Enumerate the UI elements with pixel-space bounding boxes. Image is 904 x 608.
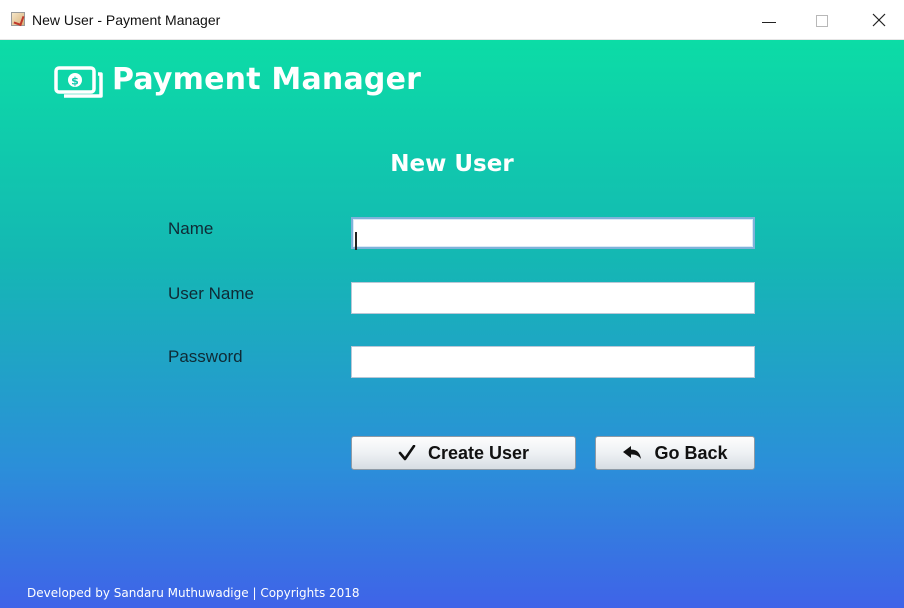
money-icon: $ <box>54 66 103 98</box>
password-label: Password <box>168 347 243 366</box>
page-title: New User <box>390 151 514 177</box>
username-label: User Name <box>168 284 254 303</box>
svg-text:$: $ <box>71 75 79 88</box>
main-panel: $ Payment Manager New User Name User Nam… <box>0 40 904 608</box>
text-caret <box>355 232 357 250</box>
close-icon <box>872 13 886 27</box>
name-label: Name <box>168 219 214 238</box>
create-user-label: Create User <box>427 442 530 463</box>
app-title: Payment Manager <box>112 62 422 97</box>
username-input[interactable] <box>351 282 755 314</box>
go-back-button[interactable]: Go Back <box>595 436 755 470</box>
close-button[interactable] <box>856 0 902 40</box>
checkmark-icon <box>398 445 416 461</box>
minimize-button[interactable] <box>746 0 792 40</box>
app-window: New User - Payment Manager $ Payment Man… <box>0 0 904 608</box>
maximize-button[interactable] <box>800 0 846 40</box>
create-user-button[interactable]: Create User <box>351 436 576 470</box>
name-input[interactable] <box>351 217 755 249</box>
java-app-icon <box>11 12 25 26</box>
footer-credits: Developed by Sandaru Muthuwadige | Copyr… <box>27 586 360 600</box>
title-bar[interactable]: New User - Payment Manager <box>0 0 904 40</box>
go-back-label: Go Back <box>654 442 728 463</box>
password-input[interactable] <box>351 346 755 378</box>
window-title: New User - Payment Manager <box>32 12 221 28</box>
back-arrow-icon <box>623 446 642 459</box>
